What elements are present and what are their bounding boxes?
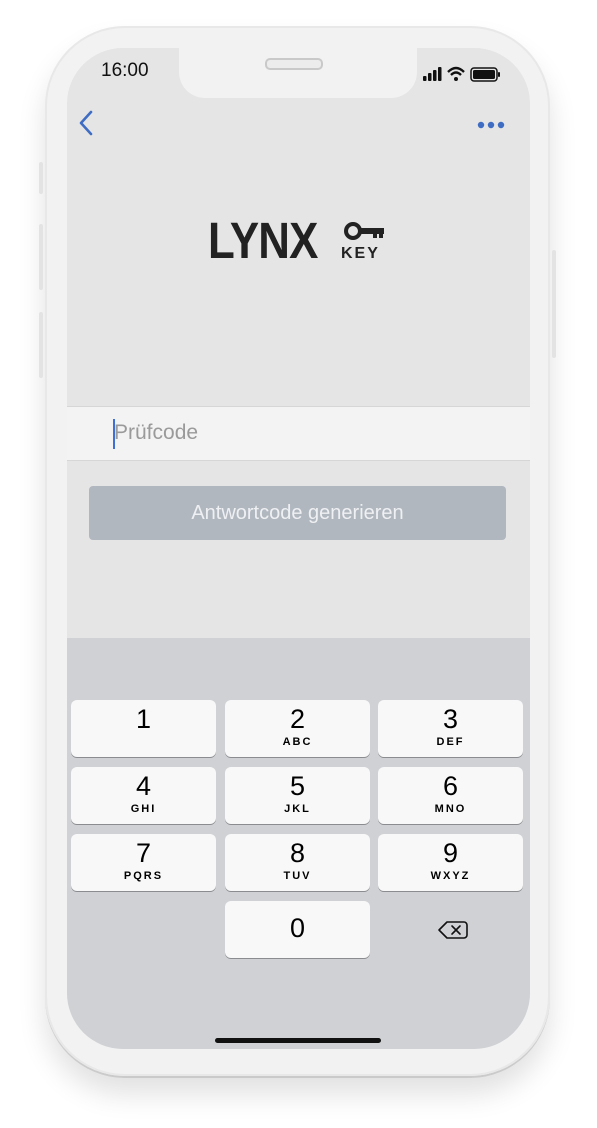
volume-down-button [39,312,43,378]
chevron-left-icon [79,110,93,136]
key-letters: ABC [282,736,313,748]
key-2[interactable]: 2 ABC [225,700,370,757]
key-9[interactable]: 9 WXYZ [378,834,523,891]
navigation-bar [67,96,530,156]
logo-key-label: KEY [341,245,380,262]
earpiece-speaker [265,58,323,70]
logo-wordmark: LYNX [208,212,318,269]
status-bar: 16:00 [67,48,530,98]
status-time: 16:00 [101,60,149,81]
home-indicator[interactable] [215,1038,381,1043]
key-digit: 5 [289,771,306,801]
ellipsis-icon [477,121,505,129]
key-digit: 6 [442,771,459,801]
key-5[interactable]: 5 JKL [225,767,370,824]
key-4[interactable]: 4 GHI [71,767,216,824]
notch [179,48,417,98]
more-button[interactable] [472,108,512,138]
key-letters: PQRS [123,870,164,882]
numeric-keypad: 1 2 ABC 3 DEF 4 GHI 5 JKL 6 MNO 7 PQRS 8 [67,638,530,1049]
key-digit: 7 [135,838,152,868]
verification-code-input[interactable] [113,415,494,451]
delete-key[interactable] [428,912,478,948]
key-icon [344,222,384,240]
mute-switch [39,162,43,194]
key-digit: 2 [289,704,306,734]
backspace-icon [438,921,468,939]
key-3[interactable]: 3 DEF [378,700,523,757]
key-letters: DEF [436,736,465,748]
signal-icon [423,67,442,81]
key-8[interactable]: 8 TUV [225,834,370,891]
key-letters: GHI [130,803,157,815]
power-button [552,250,556,358]
key-letters: TUV [283,870,312,882]
key-letters: MNO [434,803,467,815]
key-digit: 9 [442,838,459,868]
key-6[interactable]: 6 MNO [378,767,523,824]
battery-icon [470,67,500,82]
lynx-key-logo: LYNX KEY [208,211,388,269]
key-letters: JKL [284,803,311,815]
key-1[interactable]: 1 [71,700,216,757]
key-0[interactable]: 0 [225,901,370,958]
generate-response-code-button[interactable]: Antwortcode generieren [89,486,506,540]
key-digit: 8 [289,838,306,868]
key-digit: 1 [135,704,152,734]
volume-up-button [39,224,43,290]
app-screen: 16:00 LYNX KEY Prüfcode Antwortcode gene… [67,48,530,1049]
verification-code-field[interactable] [67,406,530,461]
key-digit: 4 [135,771,152,801]
key-7[interactable]: 7 PQRS [71,834,216,891]
back-button[interactable] [73,104,103,144]
key-digit: 3 [442,704,459,734]
status-icons [423,66,500,82]
key-digit: 0 [289,913,306,943]
wifi-icon [447,66,465,81]
key-letters: WXYZ [430,870,471,882]
